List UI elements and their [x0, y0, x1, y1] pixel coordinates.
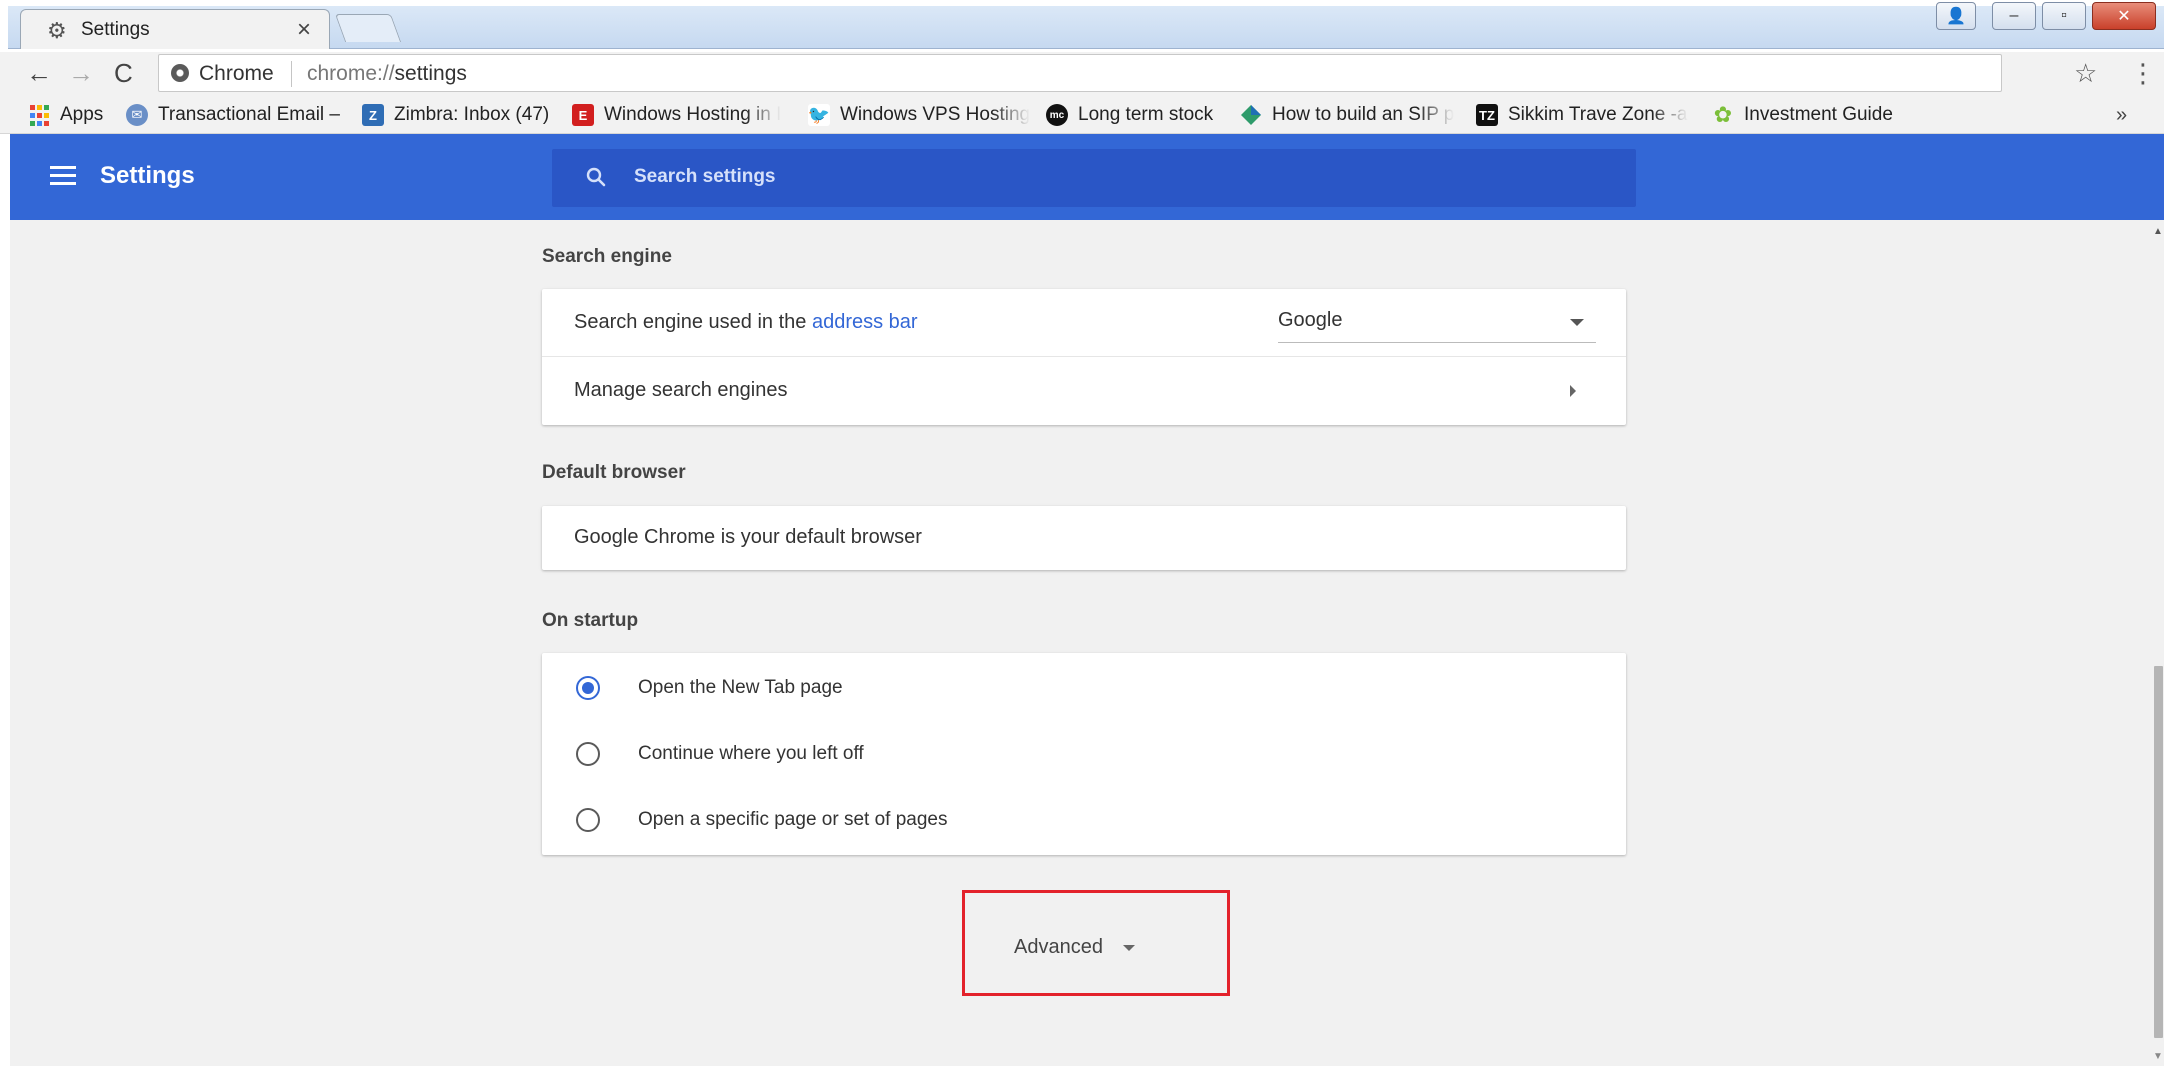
- search-settings-input[interactable]: Search settings: [552, 149, 1636, 207]
- bookmarks-bar: Apps ✉ Transactional Email – Z Zimbra: I…: [0, 96, 2164, 134]
- bookmark-star-icon[interactable]: ☆: [2074, 58, 2097, 89]
- clover-icon: ✿: [1713, 102, 1733, 127]
- search-engine-label: Search engine used in the address bar: [574, 311, 918, 333]
- url-text[interactable]: chrome://settings: [307, 62, 467, 86]
- search-placeholder: Search settings: [634, 166, 776, 187]
- section-title-default-browser: Default browser: [542, 462, 686, 483]
- window-controls: 👤 – ▫ ✕: [1936, 2, 2156, 30]
- tab-title: Settings: [81, 19, 150, 40]
- scroll-down-arrow-icon[interactable]: ▼: [2153, 1051, 2163, 1062]
- forward-arrow-icon[interactable]: →: [68, 58, 94, 89]
- user-icon[interactable]: 👤: [1936, 2, 1976, 30]
- default-browser-card: Google Chrome is your default browser: [542, 506, 1626, 570]
- maximize-button[interactable]: ▫: [2042, 2, 2086, 30]
- bookmarks-overflow-icon[interactable]: »: [2116, 104, 2127, 127]
- close-window-button[interactable]: ✕: [2092, 2, 2156, 30]
- bookmark-windows-vps[interactable]: 🐦 Windows VPS Hosting: [808, 102, 1030, 128]
- mail-icon: ✉: [126, 104, 148, 126]
- scroll-up-arrow-icon[interactable]: ▲: [2153, 226, 2163, 237]
- section-title-on-startup: On startup: [542, 610, 639, 631]
- tz-icon: TZ: [1476, 104, 1498, 126]
- bookmark-zimbra-inbox[interactable]: Z Zimbra: Inbox (47): [362, 102, 560, 128]
- bird-icon: 🐦: [808, 104, 831, 126]
- settings-header: Settings Search settings: [10, 134, 2164, 220]
- page-title: Settings: [100, 162, 195, 189]
- moneycontrol-icon: mc: [1046, 104, 1068, 126]
- new-tab-button[interactable]: [334, 14, 402, 42]
- e-icon: E: [572, 104, 594, 126]
- default-browser-row: Google Chrome is your default browser: [542, 506, 1626, 570]
- startup-option-continue[interactable]: Continue where you left off: [542, 721, 1626, 787]
- browser-toolbar: ← → C Chrome chrome://settings ☆ ⋮: [0, 52, 2164, 96]
- zimbra-icon: Z: [362, 104, 384, 126]
- search-engine-card: Search engine used in the address bar Go…: [542, 289, 1626, 425]
- reload-icon[interactable]: C: [114, 58, 133, 89]
- radio-button-checked[interactable]: [576, 676, 600, 700]
- gear-icon: ⚙: [47, 18, 67, 43]
- bookmark-long-term-stock[interactable]: mc Long term stock: [1046, 102, 1236, 128]
- bookmark-build-sip[interactable]: How to build an SIP p: [1240, 102, 1462, 128]
- tab-strip: [8, 6, 2164, 49]
- tab-close-icon[interactable]: ×: [297, 16, 311, 44]
- minimize-button[interactable]: –: [1992, 2, 2036, 30]
- back-arrow-icon[interactable]: ←: [26, 58, 52, 89]
- origin-chip: Chrome: [199, 62, 274, 85]
- chrome-page-icon: [171, 64, 189, 82]
- address-bar[interactable]: Chrome chrome://settings: [158, 54, 2002, 92]
- startup-option-specific-pages[interactable]: Open a specific page or set of pages: [542, 787, 1626, 853]
- tab-settings[interactable]: ⚙ Settings ×: [20, 9, 330, 49]
- page-scrollbar[interactable]: ▲ ▼: [2152, 220, 2164, 1066]
- dropdown-arrow-icon: [1570, 319, 1584, 326]
- startup-option-new-tab[interactable]: Open the New Tab page: [542, 655, 1626, 721]
- divider: [291, 61, 292, 87]
- on-startup-card: Open the New Tab page Continue where you…: [542, 653, 1626, 855]
- search-engine-row: Search engine used in the address bar Go…: [542, 289, 1626, 357]
- scrollbar-thumb[interactable]: [2154, 666, 2163, 1038]
- browser-menu-icon[interactable]: ⋮: [2130, 58, 2156, 89]
- apps-grid-icon: [28, 104, 50, 126]
- diamond-icon: [1240, 104, 1262, 126]
- caret-down-icon: [1122, 945, 1135, 951]
- title-bar: ⚙ Settings × 👤 – ▫ ✕: [0, 0, 2164, 49]
- address-bar-link[interactable]: address bar: [812, 311, 918, 333]
- bookmark-apps[interactable]: Apps: [28, 102, 103, 128]
- bookmark-sikkim-travel[interactable]: TZ Sikkim Trave Zone -a: [1476, 102, 1690, 128]
- section-title-search-engine: Search engine: [542, 246, 672, 267]
- default-browser-status: Google Chrome is your default browser: [574, 526, 922, 548]
- bookmark-transactional-email[interactable]: ✉ Transactional Email –: [126, 102, 340, 128]
- radio-button[interactable]: [576, 808, 600, 832]
- bookmark-investment-guide[interactable]: ✿ Investment Guide: [1712, 102, 1893, 128]
- chevron-right-icon: [1570, 385, 1576, 397]
- advanced-button[interactable]: Advanced: [1014, 924, 1135, 970]
- bookmark-windows-hosting[interactable]: E Windows Hosting in I: [572, 102, 790, 128]
- search-icon: [586, 167, 606, 187]
- manage-search-engines-row[interactable]: Manage search engines: [542, 357, 1626, 425]
- radio-button[interactable]: [576, 742, 600, 766]
- hamburger-menu-icon[interactable]: [50, 166, 76, 186]
- search-engine-select[interactable]: Google: [1278, 301, 1596, 343]
